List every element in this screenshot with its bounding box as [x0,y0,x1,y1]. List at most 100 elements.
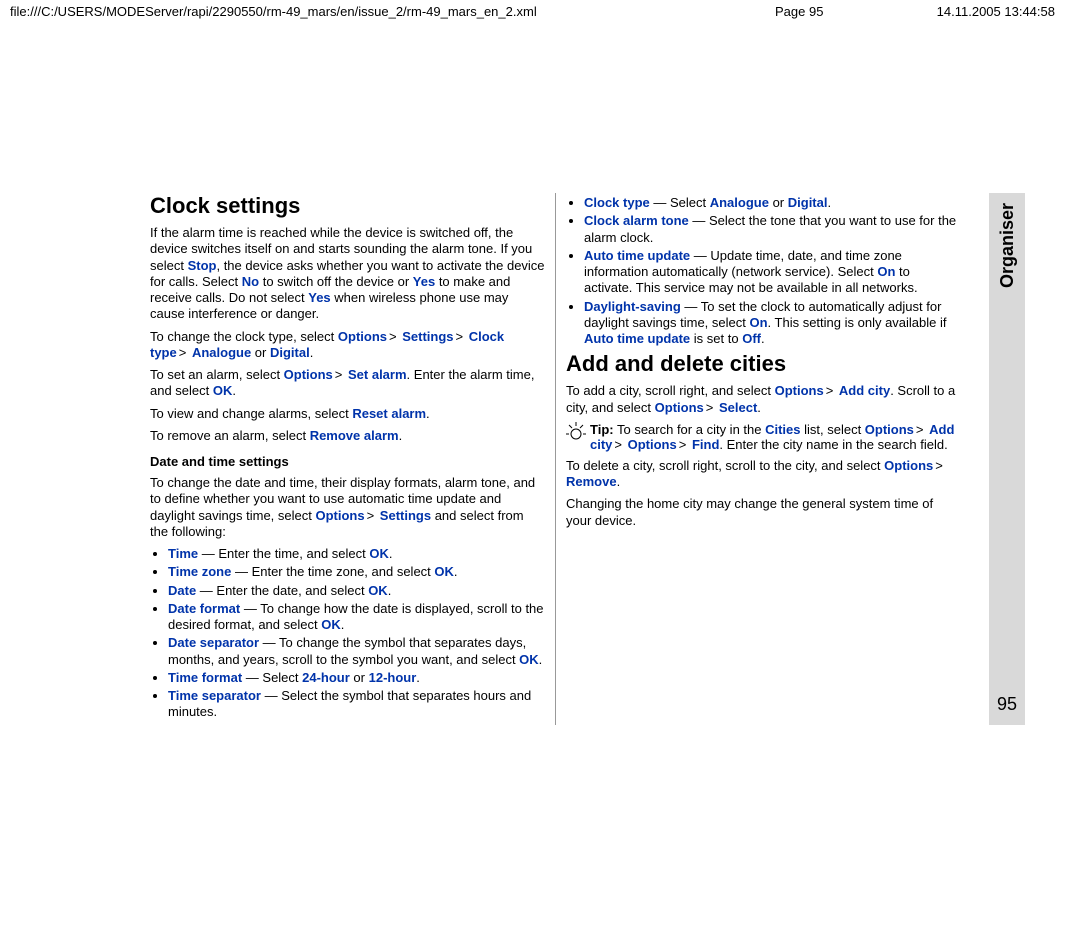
kw-ok: OK [321,617,341,632]
text: . [310,345,314,360]
text: — Enter the time, and select [198,546,369,561]
list-item: Time zone — Enter the time zone, and sel… [168,564,545,580]
list-item: Time separator — Select the symbol that … [168,688,545,721]
text: . [757,400,761,415]
para: If the alarm time is reached while the d… [150,225,545,323]
kw-options: Options [284,367,333,382]
kw-ok: OK [369,546,389,561]
sidebar-section: Organiser [997,203,1018,288]
text: list, select [801,422,865,437]
kw-time-separator: Time separator [168,688,261,703]
text: . [388,583,392,598]
list-item: Clock alarm tone — Select the tone that … [584,213,961,246]
columns: Clock settings If the alarm time is reac… [150,193,979,725]
text: — Enter the time zone, and select [231,564,434,579]
gt: > [454,329,466,344]
text: — Select [650,195,710,210]
list-item: Daylight-saving — To set the clock to au… [584,299,961,348]
gt: > [365,508,377,523]
tip-icon [566,422,590,452]
tip-label: Tip: [590,422,614,437]
kw-yes: Yes [308,290,330,305]
list-item: Date — Enter the date, and select OK. [168,583,545,599]
tip-text: Tip: To search for a city in the Cities … [590,422,961,452]
para: To delete a city, scroll right, scroll t… [566,458,961,491]
gt: > [177,345,189,360]
text: or [251,345,270,360]
text: . This setting is only available if [768,315,947,330]
kw-options: Options [884,458,933,473]
text: . [341,617,345,632]
kw-auto-time-update: Auto time update [584,248,690,263]
list-item: Time format — Select 24-hour or 12-hour. [168,670,545,686]
text: To delete a city, scroll right, scroll t… [566,458,884,473]
kw-options: Options [315,508,364,523]
kw-date-format: Date format [168,601,240,616]
text: To change the clock type, select [150,329,338,344]
list-item: Auto time update — Update time, date, an… [584,248,961,297]
text: is set to [690,331,742,346]
text: or [350,670,369,685]
kw-analogue: Analogue [192,345,251,360]
kw-ok: OK [368,583,388,598]
kw-options: Options [338,329,387,344]
kw-date: Date [168,583,196,598]
heading-clock-settings: Clock settings [150,193,545,219]
text: — Select [242,670,302,685]
text: . [827,195,831,210]
kw-add-city: Add city [839,383,890,398]
list-item: Date format — To change how the date is … [168,601,545,634]
text: . Enter the city name in the search fiel… [719,437,947,452]
heading-add-delete-cities: Add and delete cities [566,351,961,377]
kw-time-format: Time format [168,670,242,685]
kw-digital: Digital [788,195,828,210]
kw-ok: OK [213,383,233,398]
file-path: file:///C:/USERS/MODEServer/rapi/2290550… [10,4,775,19]
kw-remove: Remove [566,474,617,489]
kw-find: Find [692,437,719,452]
text: . [617,474,621,489]
left-column: Clock settings If the alarm time is reac… [150,193,555,725]
kw-yes: Yes [413,274,435,289]
kw-clock-type: Clock type [584,195,650,210]
kw-reset-alarm: Reset alarm [352,406,426,421]
kw-select: Select [719,400,757,415]
kw-on: On [877,264,895,279]
kw-on: On [749,315,767,330]
para: To change the date and time, their displ… [150,475,545,540]
text: To set an alarm, select [150,367,284,382]
list: Clock type — Select Analogue or Digital.… [566,195,961,347]
gt: > [914,422,926,437]
kw-options: Options [655,400,704,415]
para: To change the clock type, select Options… [150,329,545,362]
text: . [389,546,393,561]
kw-time-zone: Time zone [168,564,231,579]
kw-24-hour: 24-hour [302,670,350,685]
text: . [539,652,543,667]
kw-settings: Settings [380,508,431,523]
kw-auto-time-update: Auto time update [584,331,690,346]
kw-digital: Digital [270,345,310,360]
kw-date-separator: Date separator [168,635,259,650]
gt: > [677,437,689,452]
para: To view and change alarms, select Reset … [150,406,545,422]
gt: > [333,367,345,382]
kw-options: Options [775,383,824,398]
gt: > [933,458,945,473]
text: or [769,195,788,210]
para: To set an alarm, select Options> Set ala… [150,367,545,400]
text: . [399,428,403,443]
gt: > [612,437,624,452]
kw-ok: OK [519,652,539,667]
page-number: 95 [997,694,1017,715]
page-header: file:///C:/USERS/MODEServer/rapi/2290550… [0,0,1065,23]
kw-clock-alarm-tone: Clock alarm tone [584,213,689,228]
text: To remove an alarm, select [150,428,310,443]
kw-12-hour: 12-hour [369,670,417,685]
kw-analogue: Analogue [710,195,769,210]
text: . [761,331,765,346]
kw-ok: OK [434,564,454,579]
right-column: Clock type — Select Analogue or Digital.… [555,193,971,725]
text: . [232,383,236,398]
text: To add a city, scroll right, and select [566,383,775,398]
